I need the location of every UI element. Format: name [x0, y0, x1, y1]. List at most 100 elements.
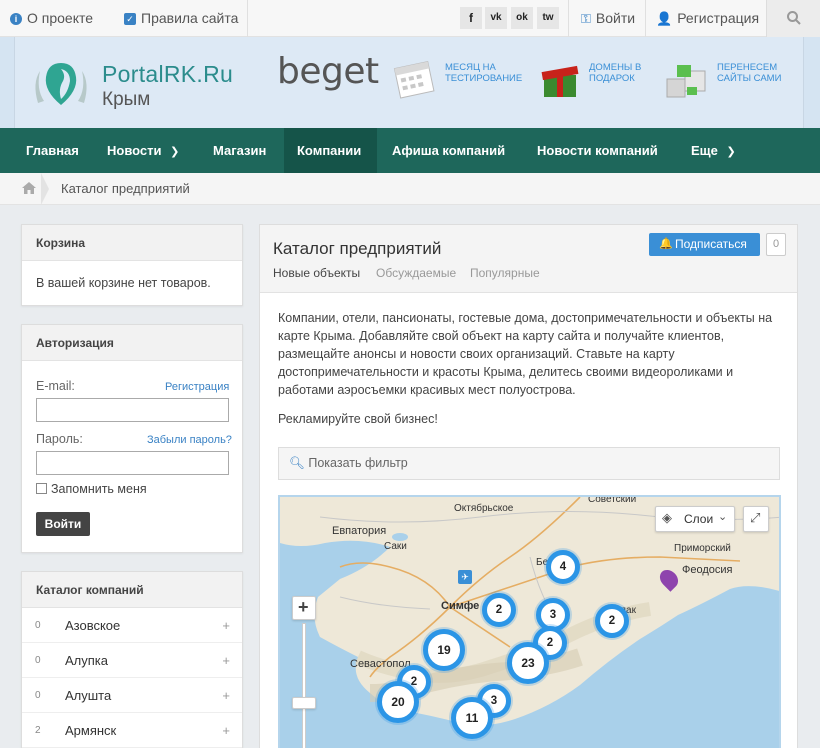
subscribe-button[interactable]: 🔔 Подписаться [649, 233, 760, 256]
nav-company-news[interactable]: Новости компаний [537, 128, 658, 173]
plus-icon[interactable]: + [222, 608, 230, 643]
tab-discussed[interactable]: Обсуждаемые [376, 266, 456, 280]
tab-popular[interactable]: Популярные [470, 266, 540, 280]
nav-shop[interactable]: Магазин [213, 128, 266, 173]
map-cluster[interactable]: 4 [546, 550, 580, 584]
promo-text[interactable]: МЕСЯЦ НА ТЕСТИРОВАНИЕ [445, 62, 522, 84]
plus-icon[interactable]: + [222, 713, 230, 748]
info-icon: i [10, 12, 22, 25]
map[interactable]: Советский Октябрьское Евпатория Саки При… [278, 495, 781, 748]
plus-icon[interactable]: + [222, 643, 230, 678]
catalog-description: Компании, отели, пансионаты, гостевые до… [278, 311, 773, 397]
zoom-handle[interactable] [292, 697, 316, 709]
breadcrumb: Каталог предприятий [0, 173, 820, 205]
main-nav: Главная Новости ❯ Магазин Компании Афиша… [0, 128, 820, 173]
city-label: Феодосия [682, 564, 733, 576]
password-field[interactable] [36, 451, 229, 475]
password-label: Пароль: [36, 432, 83, 446]
breadcrumb-current: Каталог предприятий [61, 181, 190, 196]
divider [568, 0, 569, 37]
city-label: Симферополь [441, 600, 479, 612]
divider [645, 0, 646, 37]
about-link[interactable]: i О проекте [10, 0, 93, 37]
nav-home[interactable]: Главная [26, 128, 79, 173]
promo-text[interactable]: ДОМЕНЫ В ПОДАРОК [589, 62, 641, 84]
register-link[interactable]: Регистрация [165, 381, 229, 393]
divider [247, 0, 248, 37]
city-label: Октябрьское [454, 503, 514, 514]
tab-new[interactable]: Новые объекты [273, 266, 360, 280]
city-label: Саки [384, 541, 407, 552]
register-link[interactable]: 👤 Регистрация [656, 0, 759, 37]
login-link[interactable]: ⚿ Войти [581, 0, 635, 37]
map-cluster[interactable]: 2 [595, 604, 629, 638]
plus-icon[interactable]: + [222, 678, 230, 713]
remember-checkbox[interactable] [36, 483, 47, 494]
chevron-down-icon: ⌄ [718, 511, 728, 523]
nav-companies[interactable]: Компании [284, 128, 377, 173]
ad-text[interactable]: Рекламируйте свой бизнес! [278, 412, 438, 426]
forgot-password-link[interactable]: Забыли пароль? [147, 434, 232, 446]
twitter-icon[interactable]: tw [537, 7, 559, 29]
odnoklassniki-icon[interactable]: ok [511, 7, 533, 29]
promo-text[interactable]: ПЕРЕНЕСЕМ САЙТЫ САМИ [717, 62, 781, 84]
city-label: Приморский [674, 543, 731, 554]
map-cluster[interactable]: 23 [507, 642, 549, 684]
header-inner: PortalRK.Ru Крым beget МЕСЯЦ НА ТЕСТИРОВ… [14, 37, 804, 128]
main-content: Каталог предприятий Новые объекты Обсужд… [259, 224, 798, 748]
list-item[interactable]: 0 Азовское + [22, 608, 242, 643]
logo-subtitle: Крым [102, 89, 151, 110]
filter-toggle[interactable]: 🔍︎ Показать фильтр [278, 447, 780, 480]
chevron-down-icon: ❯ [170, 146, 180, 158]
add-user-icon: 👤 [656, 11, 673, 26]
facebook-icon[interactable]: f [460, 7, 482, 29]
gift-icon [541, 65, 579, 97]
list-item[interactable]: 0 Алупка + [22, 643, 242, 678]
layers-button[interactable]: ◈ Слои ⌄ [655, 506, 735, 532]
sponsor-logo[interactable]: beget [277, 51, 379, 92]
city-label: Евпатория [332, 525, 387, 537]
layers-icon: ◈ [662, 510, 672, 525]
zoom-in-button[interactable]: + [292, 596, 316, 620]
home-icon[interactable] [22, 182, 36, 194]
airport-icon: ✈ [458, 570, 472, 584]
cart-empty-text: В вашей корзине нет товаров. [36, 276, 211, 290]
nav-company-events[interactable]: Афиша компаний [392, 128, 505, 173]
search-button[interactable] [766, 0, 820, 37]
fullscreen-button[interactable]: ⤢ [743, 506, 769, 532]
checkbox-icon: ✓ [124, 12, 136, 25]
rules-link[interactable]: ✓ Правила сайта [124, 0, 238, 37]
login-button[interactable]: Войти [36, 512, 90, 536]
site-header: PortalRK.Ru Крым beget МЕСЯЦ НА ТЕСТИРОВ… [0, 37, 820, 128]
logo-title[interactable]: PortalRK.Ru [102, 61, 233, 88]
city-label: Севастополь [350, 658, 410, 670]
map-cluster[interactable]: 2 [482, 593, 516, 627]
vk-icon[interactable]: vk [485, 7, 507, 29]
plus-icon: + [298, 597, 309, 617]
expand-icon: ⤢ [750, 510, 761, 525]
bell-icon: 🔔 [659, 238, 673, 250]
map-cluster[interactable]: 11 [451, 697, 493, 739]
page-title: Каталог предприятий [273, 239, 442, 258]
email-field[interactable] [36, 398, 229, 422]
key-icon: ⚿ [581, 11, 591, 26]
nav-news[interactable]: Новости ❯ [107, 128, 179, 173]
cart-title: Корзина [22, 225, 242, 261]
nav-more[interactable]: Еще ❯ [691, 128, 736, 173]
subscribe-count: 0 [766, 233, 786, 256]
remember-label: Запомнить меня [51, 482, 147, 496]
catalog-title: Каталог компаний [22, 572, 242, 608]
map-cluster[interactable]: 20 [377, 681, 419, 723]
auth-panel: Авторизация E-mail: Регистрация Пароль: … [21, 324, 243, 553]
breadcrumb-separator [41, 173, 49, 205]
zoom-slider[interactable] [302, 623, 306, 748]
list-item[interactable]: 2 Армянск + [22, 713, 242, 748]
search-icon: 🔍︎ [289, 456, 305, 470]
list-item[interactable]: 0 Алушта + [22, 678, 242, 713]
logo-icon[interactable] [30, 53, 92, 115]
auth-title: Авторизация [22, 325, 242, 361]
email-label: E-mail: [36, 379, 75, 393]
map-cluster[interactable]: 19 [423, 629, 465, 671]
search-icon [787, 11, 801, 25]
calendar-icon [393, 60, 435, 99]
